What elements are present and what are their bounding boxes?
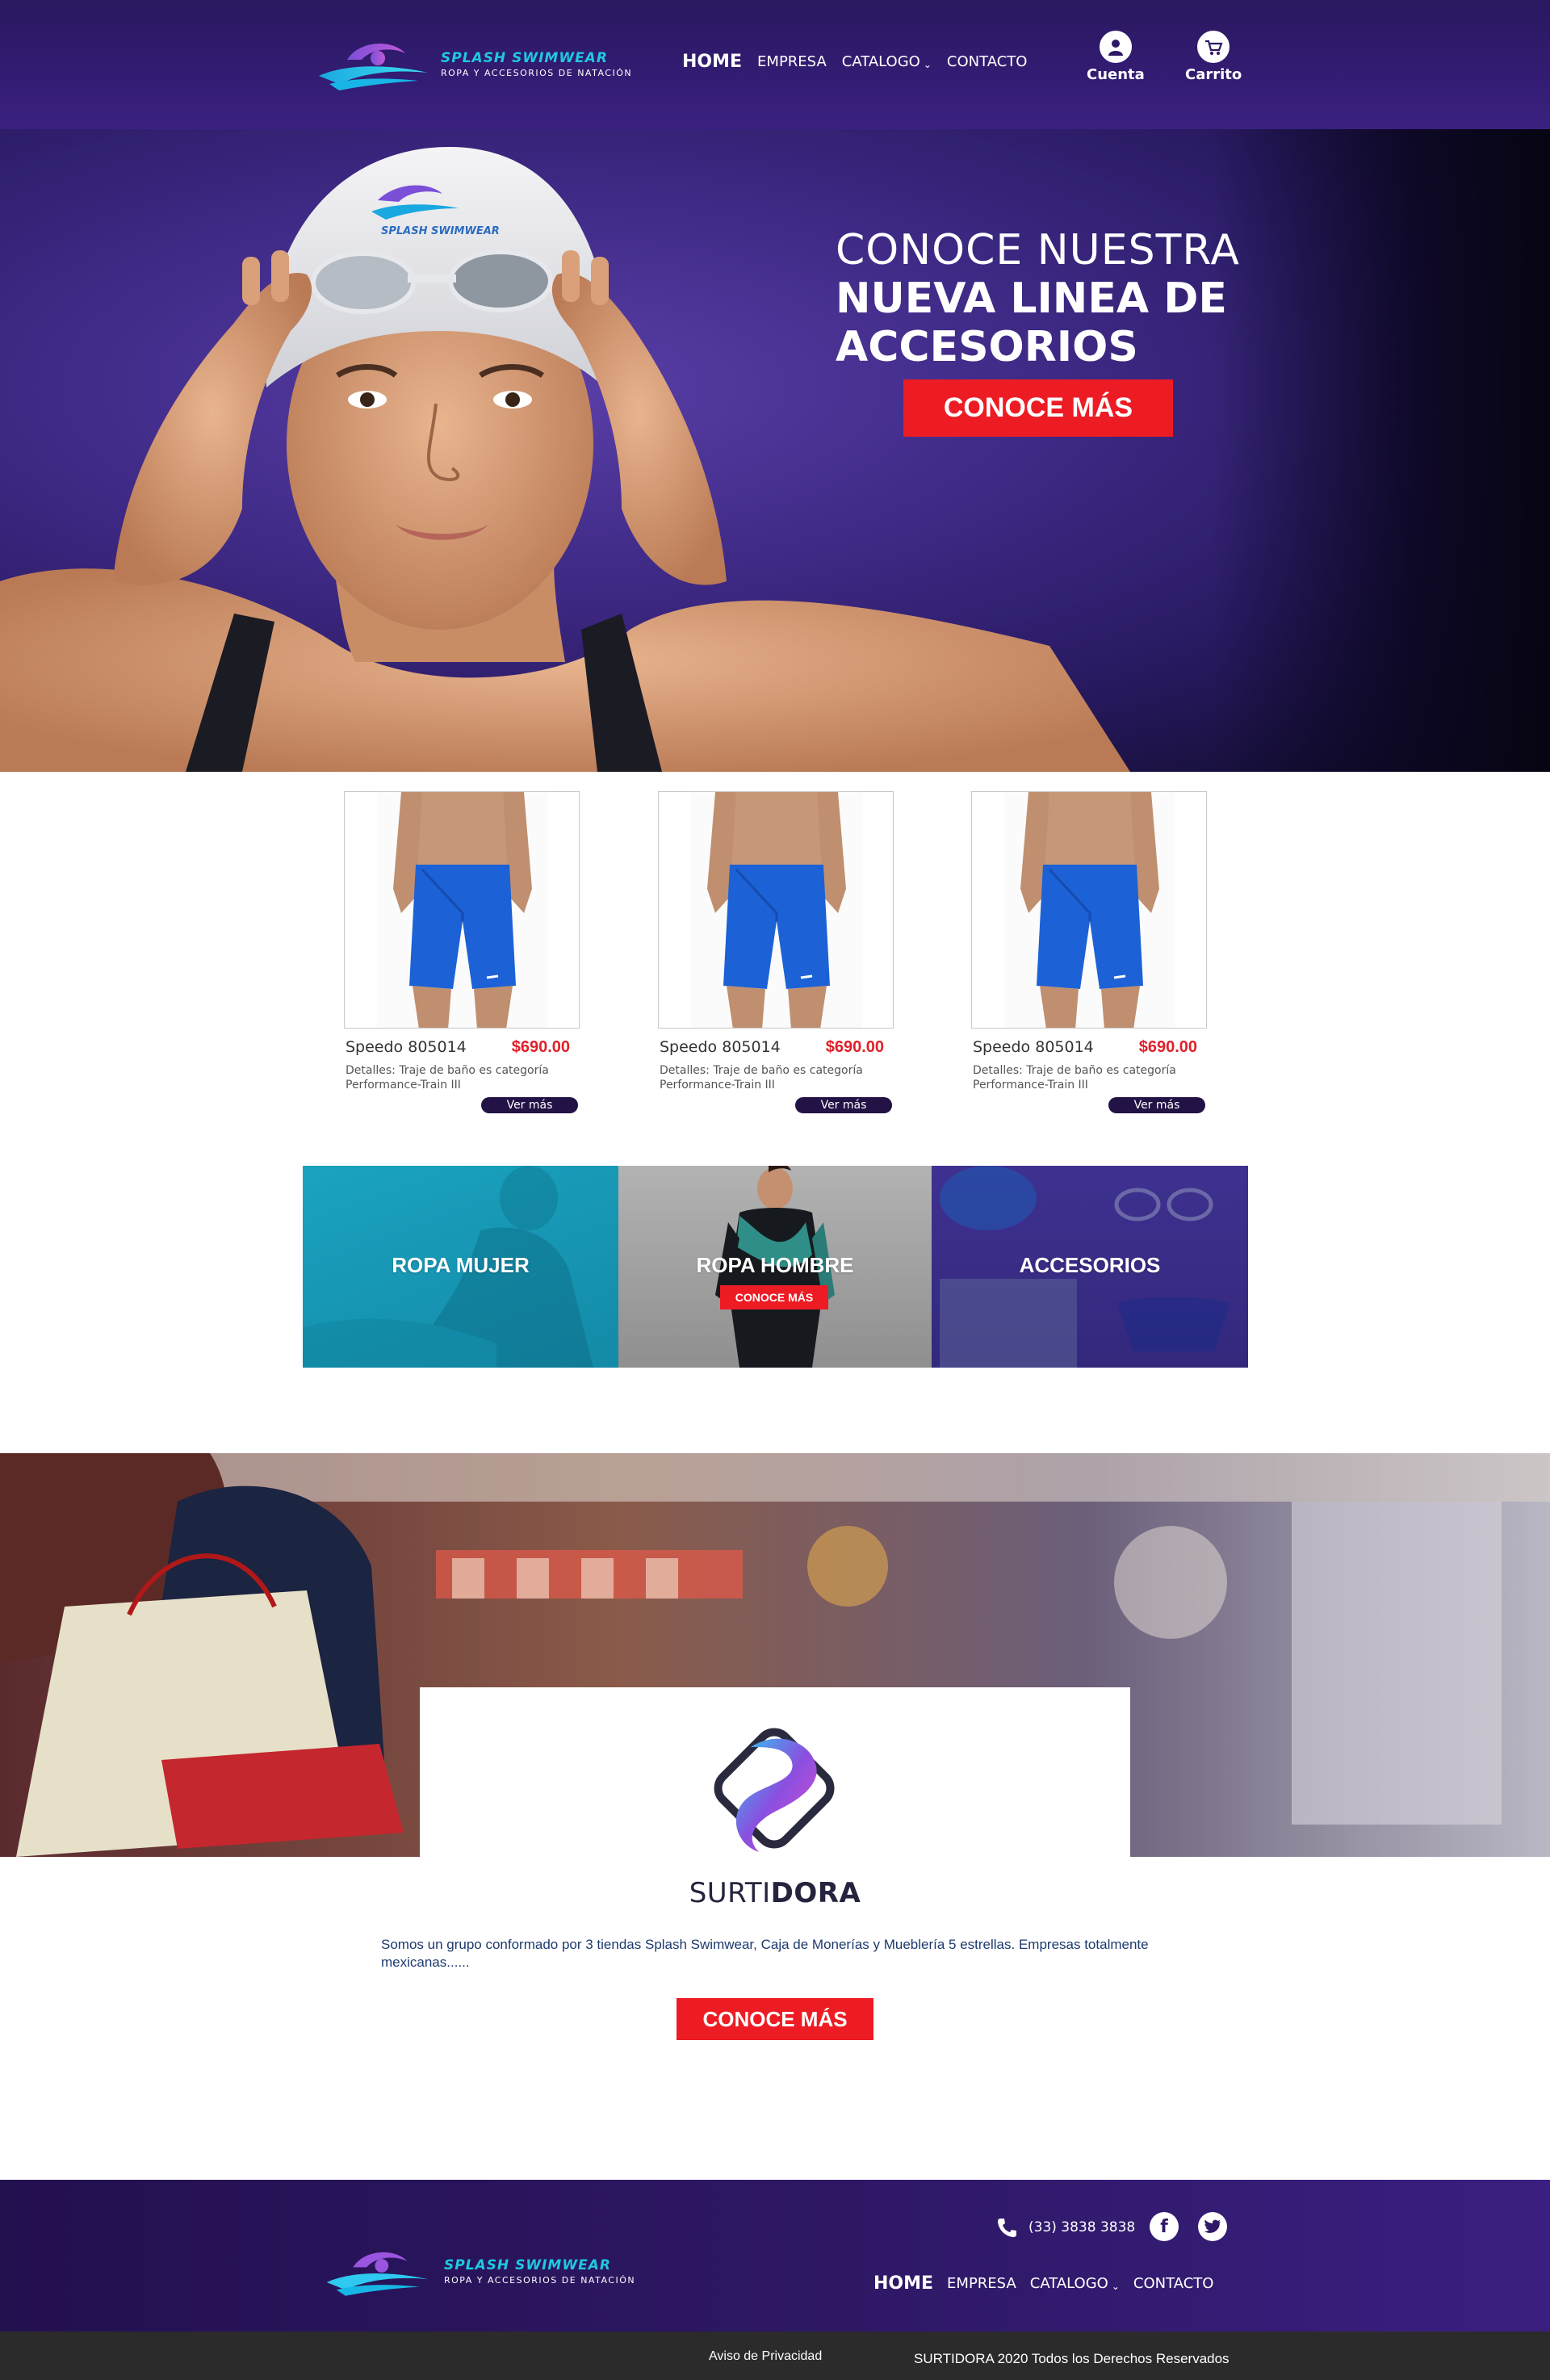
category-accesorios[interactable]: ACCESORIOS	[932, 1166, 1248, 1368]
swimmer-logo-icon	[319, 44, 428, 90]
wordmark-bold: DORA	[770, 1877, 861, 1909]
product-image[interactable]	[971, 791, 1207, 1029]
swim-jammer-image	[377, 792, 548, 1028]
product-details: Detalles: Traje de baño es categoría Per…	[660, 1064, 863, 1092]
product-card: Speedo 805014 $690.00 Detalles: Traje de…	[344, 791, 580, 1113]
product-image[interactable]	[344, 791, 580, 1029]
product-info-row: Speedo 805014 $690.00	[971, 1038, 1207, 1057]
cap-logo-text: SPLASH SWIMWEAR	[381, 225, 500, 237]
cart-icon	[1197, 31, 1230, 63]
chevron-down-icon: ⌄	[1111, 2280, 1120, 2292]
page: SPLASH SWIMWEAR ROPA Y ACCESORIOS DE NAT…	[0, 0, 1550, 2380]
surtidora-wordmark: SURTIDORA	[0, 1877, 1550, 1909]
nav-empresa-label: EMPRESA	[757, 53, 827, 70]
logo-text: SPLASH SWIMWEAR ROPA Y ACCESORIOS DE NAT…	[444, 2257, 635, 2286]
privacy-link[interactable]: Aviso de Privacidad	[709, 2349, 822, 2364]
footer-nav-home-label: HOME	[873, 2273, 934, 2294]
brand-name: SPLASH SWIMWEAR	[444, 2256, 611, 2273]
swim-jammer-image	[1004, 792, 1175, 1028]
nav-catalogo-label: CATALOGO	[841, 53, 920, 70]
product-price: $690.00	[1138, 1038, 1197, 1056]
product-name: Speedo 805014	[346, 1038, 467, 1056]
category-ropa-mujer[interactable]: ROPA MUJER	[303, 1166, 618, 1368]
swim-jammer-image	[691, 792, 862, 1028]
ver-mas-button[interactable]: Ver más	[1108, 1097, 1205, 1113]
product-name: Speedo 805014	[660, 1038, 781, 1056]
phone-number: (33) 3838 3838	[1028, 2219, 1136, 2235]
category-conoce-mas-button[interactable]: CONOCE MÁS	[720, 1285, 828, 1309]
category-title: ACCESORIOS	[1019, 1253, 1161, 1277]
nav-empresa[interactable]: EMPRESA	[757, 53, 827, 70]
category-title: ROPA HOMBRE	[696, 1253, 854, 1277]
nav-contacto-label: CONTACTO	[946, 53, 1028, 70]
brand-name: SPLASH SWIMWEAR	[441, 49, 608, 66]
category-title: ROPA MUJER	[392, 1253, 530, 1277]
main-nav: HOME EMPRESA CATALOGO ⌄ CONTACTO	[682, 52, 1042, 72]
hero-banner: SPLASH SWIMWEAR CONOCE NUESTRA NUEVA LIN…	[0, 129, 1550, 772]
cart-label: Carrito	[1185, 66, 1242, 83]
footer-nav-contacto[interactable]: CONTACTO	[1133, 2275, 1214, 2292]
product-info-row: Speedo 805014 $690.00	[658, 1038, 894, 1057]
legal-bar: Aviso de Privacidad SURTIDORA 2020 Todos…	[0, 2332, 1550, 2380]
about-cta-button[interactable]: CONOCE MÁS	[677, 1998, 873, 2040]
footer-nav-contacto-label: CONTACTO	[1133, 2275, 1214, 2292]
product-details: Detalles: Traje de baño es categoría Per…	[346, 1064, 549, 1092]
hero-cta-button[interactable]: CONOCE MÁS	[903, 379, 1173, 437]
facebook-icon[interactable]: f	[1150, 2212, 1179, 2241]
product-name: Speedo 805014	[973, 1038, 1094, 1056]
product-details: Detalles: Traje de baño es categoría Per…	[973, 1064, 1176, 1092]
twitter-bird-glyph	[1204, 2219, 1221, 2233]
copyright-text: SURTIDORA 2020 Todos los Derechos Reserv…	[914, 2351, 1230, 2366]
nav-catalogo[interactable]: CATALOGO ⌄	[842, 53, 932, 70]
ver-mas-button[interactable]: Ver más	[795, 1097, 892, 1113]
product-image[interactable]	[658, 791, 894, 1029]
swimmer-logo-icon	[326, 2252, 429, 2296]
product-card: Speedo 805014 $690.00 Detalles: Traje de…	[971, 791, 1207, 1113]
product-price: $690.00	[511, 1038, 570, 1056]
hero-shade	[1211, 129, 1550, 772]
footer-nav-catalogo-label: CATALOGO	[1029, 2275, 1108, 2292]
chevron-down-icon: ⌄	[923, 58, 932, 70]
nav-home-label: HOME	[682, 52, 743, 72]
brand-logo[interactable]: SPLASH SWIMWEAR ROPA Y ACCESORIOS DE NAT…	[315, 36, 632, 92]
footer-nav-empresa[interactable]: EMPRESA	[947, 2275, 1016, 2292]
footer-phone[interactable]: (33) 3838 3838	[995, 2215, 1135, 2240]
facebook-glyph: f	[1160, 2216, 1168, 2237]
site-header: SPLASH SWIMWEAR ROPA Y ACCESORIOS DE NAT…	[0, 0, 1550, 129]
brand-tagline: ROPA Y ACCESORIOS DE NATACIÓN	[444, 2274, 636, 2286]
footer-nav: HOME EMPRESA CATALOGO ⌄ CONTACTO	[873, 2273, 1227, 2294]
footer-nav-catalogo[interactable]: CATALOGO ⌄	[1030, 2275, 1120, 2292]
product-price: $690.00	[825, 1038, 884, 1056]
site-footer: SPLASH SWIMWEAR ROPA Y ACCESORIOS DE NAT…	[0, 2180, 1550, 2332]
nav-home[interactable]: HOME	[682, 52, 742, 72]
footer-nav-home[interactable]: HOME	[873, 2273, 933, 2294]
logo-text: SPLASH SWIMWEAR ROPA Y ACCESORIOS DE NAT…	[441, 50, 632, 78]
phone-icon	[998, 2219, 1016, 2237]
nav-contacto[interactable]: CONTACTO	[947, 53, 1028, 70]
product-card: Speedo 805014 $690.00 Detalles: Traje de…	[658, 791, 894, 1113]
category-ropa-hombre[interactable]: ROPA HOMBRE CONOCE MÁS	[618, 1166, 932, 1368]
ver-mas-button[interactable]: Ver más	[481, 1097, 578, 1113]
account-button[interactable]: Cuenta	[1087, 31, 1145, 83]
hero-title-line1: CONOCE NUESTRA	[836, 226, 1240, 274]
wordmark-light: SURTI	[689, 1877, 771, 1909]
hero-title-line2: NUEVA LINEA DE ACCESORIOS	[836, 274, 1227, 371]
user-icon	[1099, 31, 1132, 63]
surtidora-logo-icon	[714, 1728, 835, 1852]
twitter-icon[interactable]	[1198, 2212, 1227, 2241]
brand-tagline: ROPA Y ACCESORIOS DE NATACIÓN	[441, 67, 633, 78]
footer-brand-logo[interactable]: SPLASH SWIMWEAR ROPA Y ACCESORIOS DE NAT…	[323, 2244, 635, 2298]
account-label: Cuenta	[1087, 66, 1145, 83]
footer-nav-empresa-label: EMPRESA	[947, 2275, 1016, 2292]
about-text: Somos un grupo conformado por 3 tiendas …	[381, 1937, 1149, 1970]
product-info-row: Speedo 805014 $690.00	[344, 1038, 580, 1057]
cart-button[interactable]: Carrito	[1185, 31, 1242, 83]
